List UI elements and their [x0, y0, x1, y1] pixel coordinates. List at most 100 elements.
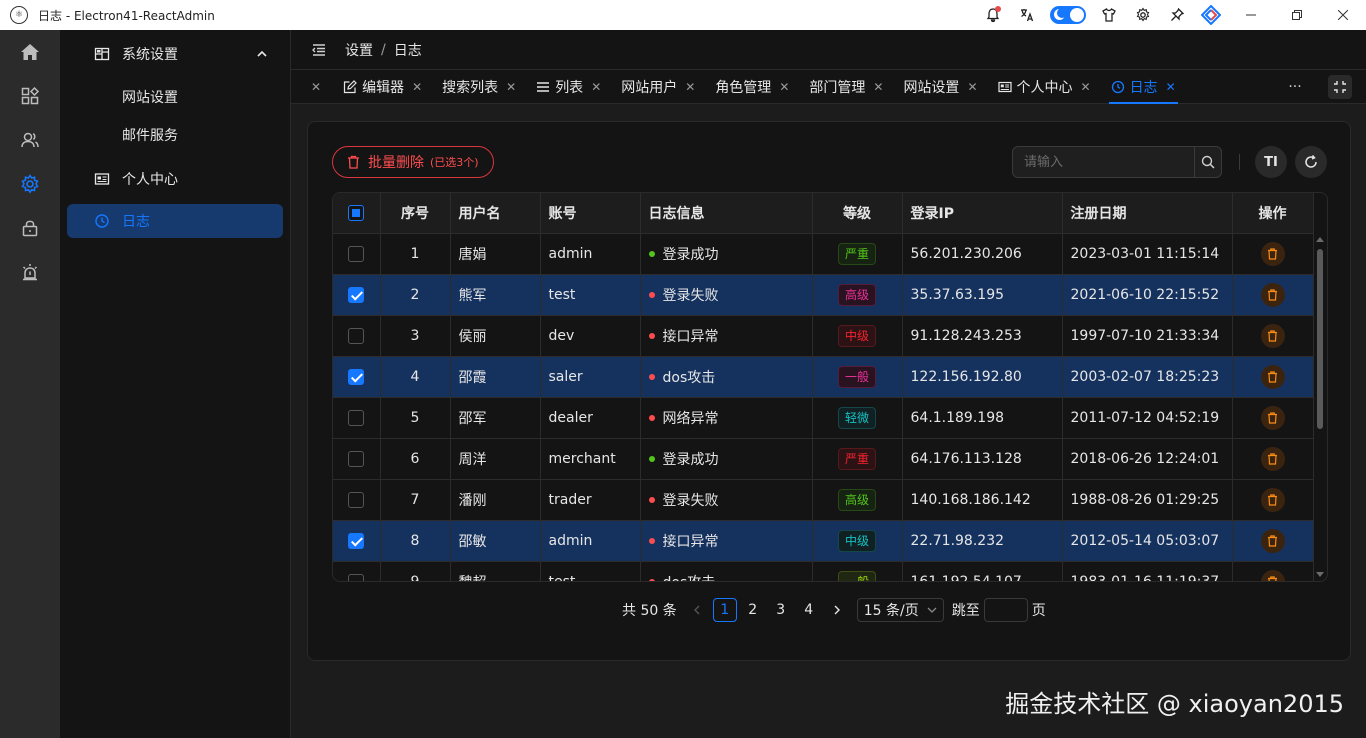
cell-no: 6: [380, 438, 451, 480]
sidebar-item-log[interactable]: 日志: [67, 204, 283, 238]
row-delete-button[interactable]: [1260, 241, 1285, 266]
cell-log-info: 网络异常: [640, 397, 813, 439]
row-checkbox[interactable]: [348, 368, 365, 385]
table-row[interactable]: 2 熊军 test 登录失败 高级 35.37.63.195 2021-06-10 22:1…: [333, 274, 1314, 316]
page-size-select[interactable]: 15 条/页: [856, 598, 944, 622]
table-scrollbar[interactable]: [1315, 235, 1325, 579]
table-row[interactable]: 5 邵军 dealer 网络异常 轻微 64.1.189.198 2011-07-12 04…: [333, 397, 1314, 439]
notification-bell-icon[interactable]: [976, 0, 1010, 30]
row-checkbox[interactable]: [348, 573, 365, 581]
tab-scroll-close[interactable]: ✕: [291, 70, 333, 104]
row-delete-button[interactable]: [1260, 405, 1285, 430]
cell-date: 2023-03-01 11:15:14: [1062, 233, 1233, 275]
tab-site-settings[interactable]: 网站设置 ✕: [893, 70, 987, 104]
page-1[interactable]: 1: [712, 598, 737, 622]
row-delete-button[interactable]: [1260, 569, 1285, 581]
cell-account: test: [540, 274, 641, 316]
tab-close-icon[interactable]: ✕: [779, 80, 789, 94]
fullscreen-icon[interactable]: [1328, 75, 1352, 99]
jump-page-input[interactable]: [983, 598, 1028, 622]
row-checkbox[interactable]: [348, 286, 365, 303]
row-checkbox[interactable]: [348, 450, 365, 467]
close-window-button[interactable]: [1320, 0, 1366, 30]
prev-page-icon[interactable]: [685, 598, 709, 622]
tab-site-users[interactable]: 网站用户 ✕: [611, 70, 705, 104]
table-row[interactable]: 8 邵敏 admin 接口异常 中级 22.71.98.232 2012-05-14 05:…: [333, 520, 1314, 562]
rail-users[interactable]: [0, 118, 60, 162]
cell-action: [1232, 315, 1314, 357]
tab-close-icon[interactable]: ✕: [1166, 80, 1176, 94]
cell-date: 1983-01-16 11:19:37: [1062, 561, 1233, 581]
select-all-checkbox[interactable]: [348, 204, 365, 221]
sidebar-item-profile[interactable]: 个人中心: [60, 158, 290, 200]
menu-fold-icon[interactable]: [311, 42, 327, 58]
row-checkbox[interactable]: [348, 532, 365, 549]
rail-permission[interactable]: [0, 206, 60, 250]
tab-log[interactable]: 日志 ✕: [1101, 70, 1186, 104]
row-delete-button[interactable]: [1260, 282, 1285, 307]
tab-close-icon[interactable]: ✕: [412, 80, 422, 94]
row-checkbox[interactable]: [348, 245, 365, 262]
table-row[interactable]: 3 侯丽 dev 接口异常 中级 91.128.243.253 1997-07-10 21:…: [333, 315, 1314, 357]
tab-editor[interactable]: 编辑器 ✕: [333, 70, 432, 104]
row-delete-button[interactable]: [1260, 487, 1285, 512]
table-row[interactable]: 7 潘刚 trader 登录失败 高级 140.168.186.142 1988-08-26…: [333, 479, 1314, 521]
rail-settings[interactable]: [0, 162, 60, 206]
table-row[interactable]: 9魏超test dos攻击 一般 161.192.54.1071983-01-16 1…: [333, 561, 1314, 581]
tab-department-management[interactable]: 部门管理 ✕: [799, 70, 893, 104]
search-input[interactable]: [1013, 147, 1194, 177]
row-delete-button[interactable]: [1260, 446, 1285, 471]
tab-close-icon[interactable]: ✕: [967, 80, 977, 94]
page-2[interactable]: 2: [741, 598, 765, 622]
settings-gear-icon[interactable]: [1126, 0, 1160, 30]
tab-close-icon[interactable]: ✕: [685, 80, 695, 94]
tab-label: 搜索列表: [442, 79, 499, 96]
rail-components[interactable]: [0, 74, 60, 118]
table-row[interactable]: 6 周洋 merchant 登录成功 严重 64.176.113.128 2018-06-2…: [333, 438, 1314, 480]
search-button[interactable]: [1194, 147, 1221, 177]
tab-role-management[interactable]: 角色管理 ✕: [705, 70, 799, 104]
sidebar-item-mail-service[interactable]: 邮件服务: [60, 116, 290, 154]
sidebar-item-site-settings[interactable]: 网站设置: [60, 78, 290, 116]
font-size-button[interactable]: TI: [1255, 146, 1287, 178]
tab-search-list[interactable]: 搜索列表 ✕: [432, 70, 526, 104]
page-4[interactable]: 4: [797, 598, 821, 622]
minimize-button[interactable]: [1228, 0, 1274, 30]
devtools-diamond-icon[interactable]: [1194, 0, 1228, 30]
tab-label: 网站用户: [621, 79, 678, 96]
close-icon[interactable]: ✕: [311, 80, 321, 94]
table-row[interactable]: 4 邵霞 saler dos攻击 一般 122.156.192.80 2003-02-07 …: [333, 356, 1314, 398]
sidebar-group-system-settings[interactable]: 系统设置: [60, 30, 290, 78]
tab-profile[interactable]: 个人中心 ✕: [988, 70, 1101, 104]
column-header: 用户名: [450, 193, 541, 234]
refresh-button[interactable]: [1295, 146, 1327, 178]
table-row[interactable]: 1 唐娟 admin 登录成功 严重 56.201.230.206 2023-03-01 1…: [333, 233, 1314, 275]
tshirt-icon[interactable]: [1092, 0, 1126, 30]
translate-icon[interactable]: [1010, 0, 1044, 30]
more-tabs-icon[interactable]: ···: [1280, 70, 1310, 104]
next-page-icon[interactable]: [825, 598, 849, 622]
tab-close-icon[interactable]: ✕: [1081, 80, 1091, 94]
row-delete-button[interactable]: [1260, 323, 1285, 348]
cell-log-info: 接口异常: [640, 520, 813, 562]
maximize-button[interactable]: [1274, 0, 1320, 30]
tab-close-icon[interactable]: ✕: [873, 80, 883, 94]
dashboard-icon: [94, 46, 112, 62]
tab-list[interactable]: 列表 ✕: [526, 70, 611, 104]
pin-icon[interactable]: [1160, 0, 1194, 30]
row-delete-button[interactable]: [1260, 528, 1285, 553]
rail-alarm[interactable]: [0, 250, 60, 294]
batch-delete-button[interactable]: 批量删除 (已选3个): [332, 146, 494, 178]
rail-home[interactable]: [0, 30, 60, 74]
toolbar-divider: [1239, 154, 1240, 170]
row-checkbox[interactable]: [348, 327, 365, 344]
row-checkbox[interactable]: [348, 409, 365, 426]
theme-toggle[interactable]: [1050, 6, 1086, 24]
breadcrumb-parent[interactable]: 设置: [345, 40, 373, 60]
row-delete-button[interactable]: [1260, 364, 1285, 389]
tab-close-icon[interactable]: ✕: [591, 80, 601, 94]
row-checkbox[interactable]: [348, 491, 365, 508]
page-3[interactable]: 3: [769, 598, 793, 622]
level-badge: 一般: [837, 570, 876, 581]
tab-close-icon[interactable]: ✕: [506, 80, 516, 94]
